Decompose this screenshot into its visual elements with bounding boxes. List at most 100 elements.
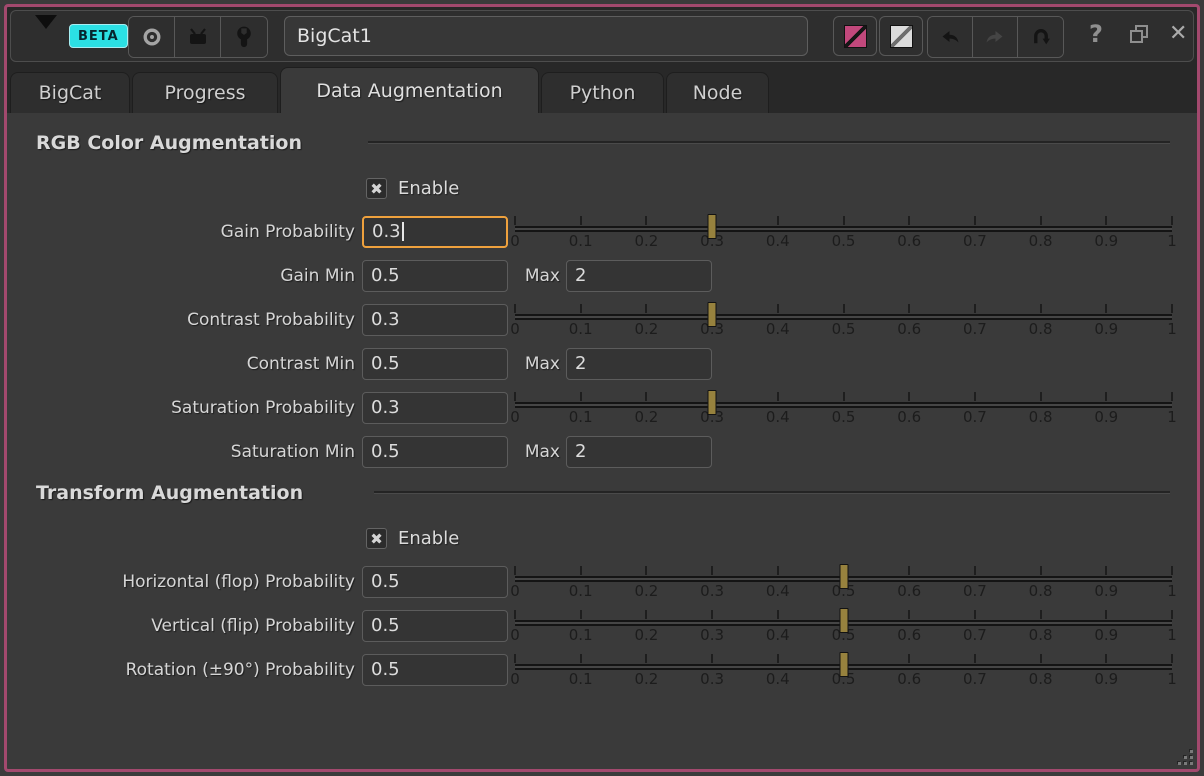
- slider-tick-label: 0.1: [569, 408, 593, 426]
- wrench-button[interactable]: [221, 17, 267, 57]
- undo-icon: [939, 27, 961, 47]
- slider-tick-label: 0.9: [1094, 232, 1118, 250]
- slider-handle[interactable]: [708, 302, 717, 327]
- close-button[interactable]: ✕: [1163, 20, 1193, 47]
- center-node-button[interactable]: [129, 17, 175, 57]
- help-button[interactable]: ?: [1083, 19, 1109, 49]
- saturation-probability-slider[interactable]: 00.10.20.30.40.50.60.70.80.91: [515, 392, 1172, 428]
- slider-tick-label: 0.1: [569, 232, 593, 250]
- slider-tick-label: 0.5: [832, 232, 856, 250]
- node-properties-panel: BETA: [0, 0, 1204, 776]
- horizontal-flop-probability-field[interactable]: 0.5: [362, 566, 508, 598]
- slider-handle[interactable]: [708, 214, 717, 239]
- slider-tick-label: 0.1: [569, 670, 593, 688]
- slider-tick: [843, 304, 845, 313]
- slider-tick: [974, 654, 976, 663]
- tab-node[interactable]: Node: [666, 72, 769, 113]
- slider-tick: [645, 304, 647, 313]
- slider-handle[interactable]: [839, 564, 848, 589]
- rgb-enable-label: Enable: [398, 178, 459, 199]
- slider-tick: [908, 610, 910, 619]
- tab-data-augmentation[interactable]: Data Augmentation: [280, 67, 539, 113]
- slider-tick-label: 0.2: [634, 670, 658, 688]
- float-window-button[interactable]: [1127, 22, 1151, 49]
- saturation-max-field[interactable]: 2: [566, 436, 712, 468]
- rotation-probability-field[interactable]: 0.5: [362, 654, 508, 686]
- saturation-probability-field[interactable]: 0.3: [362, 392, 508, 424]
- undo-button[interactable]: [928, 17, 973, 57]
- transform-enable-label: Enable: [398, 528, 459, 549]
- param-label: Saturation Probability: [0, 392, 355, 424]
- monitor-icon: [186, 26, 210, 48]
- contrast-probability-field[interactable]: 0.3: [362, 304, 508, 336]
- node-color-swatch-button[interactable]: [833, 16, 877, 56]
- max-label: Max: [505, 260, 560, 292]
- slider-tick-label: 0.9: [1094, 320, 1118, 338]
- gl-color-swatch: [890, 25, 913, 48]
- slider-tick-label: 0: [510, 626, 520, 644]
- slider-tick: [580, 610, 582, 619]
- slider-tick: [645, 566, 647, 575]
- slider-tick: [1105, 654, 1107, 663]
- gain-probability-slider[interactable]: 00.10.20.30.40.50.60.70.80.91: [515, 216, 1172, 252]
- resize-grip[interactable]: [1178, 750, 1195, 767]
- slider-tick: [974, 566, 976, 575]
- slider-tick-label: 0.6: [897, 670, 921, 688]
- revert-button[interactable]: [1018, 17, 1063, 57]
- slider-tick: [843, 216, 845, 225]
- slider-tick: [908, 654, 910, 663]
- slider-tick-label: 0: [510, 670, 520, 688]
- node-toolbar-button-group: [128, 16, 268, 58]
- collapse-panel-button[interactable]: [29, 23, 59, 49]
- slider-tick: [514, 654, 516, 663]
- transform-enable-checkbox[interactable]: ✖: [366, 528, 387, 549]
- slider-tick: [908, 216, 910, 225]
- contrast-probability-slider[interactable]: 00.10.20.30.40.50.60.70.80.91: [515, 304, 1172, 340]
- slider-tick-label: 0.5: [832, 320, 856, 338]
- slider-tick: [580, 654, 582, 663]
- slider-tick: [645, 654, 647, 663]
- slider-tick-label: 0.8: [1029, 582, 1053, 600]
- slider-tick: [777, 216, 779, 225]
- beta-badge: BETA: [69, 24, 128, 48]
- gain-max-field[interactable]: 2: [566, 260, 712, 292]
- gain-probability-field[interactable]: 0.3: [362, 216, 508, 248]
- gl-color-swatch-button[interactable]: [879, 16, 923, 56]
- slider-tick-label: 0.4: [766, 232, 790, 250]
- slider-tick: [1040, 216, 1042, 225]
- vertical-flip-probability-field[interactable]: 0.5: [362, 610, 508, 642]
- slider-tick-label: 0.7: [963, 232, 987, 250]
- slider-tick: [711, 654, 713, 663]
- slider-tick: [1171, 610, 1173, 619]
- tab-bigcat[interactable]: BigCat: [10, 72, 130, 113]
- param-label: Gain Probability: [0, 216, 355, 248]
- slider-tick: [908, 304, 910, 313]
- slider-handle[interactable]: [839, 608, 848, 633]
- tab-progress[interactable]: Progress: [132, 72, 278, 113]
- slider-tick-label: 0.6: [897, 320, 921, 338]
- slider-tick-label: 0: [510, 232, 520, 250]
- slider-handle[interactable]: [708, 390, 717, 415]
- slider-tick-label: 0.6: [897, 232, 921, 250]
- vertical-flip-probability-slider[interactable]: 00.10.20.30.40.50.60.70.80.91: [515, 610, 1172, 646]
- gain-min-field[interactable]: 0.5: [362, 260, 508, 292]
- slider-tick: [974, 304, 976, 313]
- slider-tick-label: 1: [1167, 582, 1177, 600]
- tab-python[interactable]: Python: [541, 72, 664, 113]
- section-title-transform: Transform Augmentation: [36, 482, 303, 504]
- slider-tick-label: 0.1: [569, 582, 593, 600]
- slider-handle[interactable]: [839, 652, 848, 677]
- slider-tick-label: 1: [1167, 232, 1177, 250]
- rotation-probability-slider[interactable]: 00.10.20.30.40.50.60.70.80.91: [515, 654, 1172, 690]
- redo-button[interactable]: [973, 17, 1018, 57]
- slider-tick-label: 0.4: [766, 408, 790, 426]
- contrast-max-field[interactable]: 2: [566, 348, 712, 380]
- slider-tick: [1105, 610, 1107, 619]
- horizontal-flop-probability-slider[interactable]: 00.10.20.30.40.50.60.70.80.91: [515, 566, 1172, 602]
- saturation-min-field[interactable]: 0.5: [362, 436, 508, 468]
- slider-tick-label: 0.4: [766, 626, 790, 644]
- node-name-input[interactable]: [284, 16, 808, 56]
- rgb-enable-checkbox[interactable]: ✖: [366, 178, 387, 199]
- contrast-min-field[interactable]: 0.5: [362, 348, 508, 380]
- monitor-button[interactable]: [175, 17, 221, 57]
